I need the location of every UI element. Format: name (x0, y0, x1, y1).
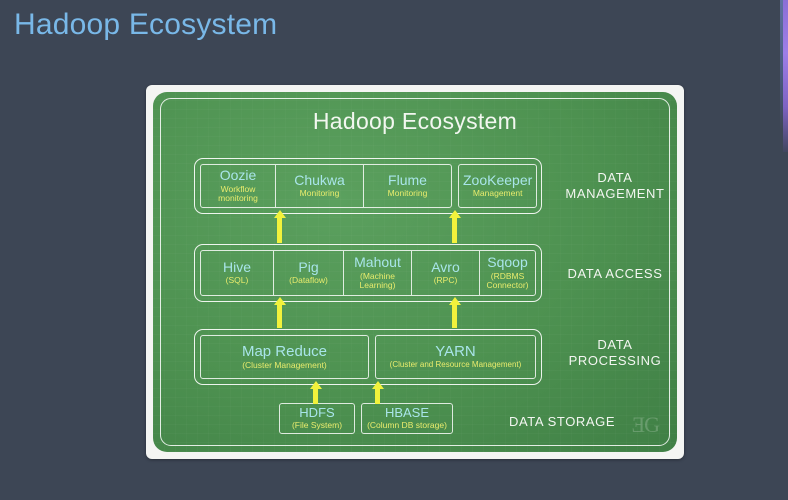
component-subtitle: (File System) (291, 420, 343, 431)
component-subtitle: (Machine Learning) (359, 270, 396, 291)
arrow-up-icon (371, 381, 384, 404)
component-sqoop[interactable]: Sqoop (RDBMS Connector) (479, 251, 535, 295)
component-subtitle: (SQL) (225, 275, 249, 286)
layer-data-storage: HDFS (File System) HBASE (Column DB stor… (279, 403, 453, 434)
component-subtitle: Monitoring (387, 188, 428, 199)
layer-data-processing: Map Reduce (Cluster Management) YARN (Cl… (194, 329, 542, 385)
component-name: Flume (388, 172, 427, 189)
geeksforgeeks-watermark: ƎG (631, 412, 660, 437)
arrow-up-icon (273, 210, 286, 243)
category-line-1: DATA (597, 170, 633, 185)
component-oozie[interactable]: Oozie Workflow monitoring (201, 165, 275, 207)
page-title: Hadoop Ecosystem (14, 8, 278, 41)
component-name: Avro (431, 259, 460, 276)
arrow-up-icon (309, 381, 322, 404)
category-line-2: PROCESSING (568, 353, 662, 369)
component-yarn[interactable]: YARN (Cluster and Resource Management) (374, 335, 536, 379)
component-name: Map Reduce (241, 342, 328, 360)
component-subtitle: (Cluster and Resource Management) (389, 360, 522, 370)
component-name: ZooKeeper (463, 172, 533, 189)
component-map-reduce[interactable]: Map Reduce (Cluster Management) (200, 335, 369, 379)
component-subtitle: (Column DB storage) (367, 420, 447, 431)
component-chukwa[interactable]: Chukwa Monitoring (275, 165, 363, 207)
component-hbase[interactable]: HBASE (Column DB storage) (361, 403, 453, 434)
arrow-up-icon (448, 210, 461, 243)
component-subtitle: Workflow monitoring (218, 183, 258, 204)
component-name: Sqoop (487, 254, 528, 271)
component-hdfs[interactable]: HDFS (File System) (279, 403, 355, 434)
component-name: Mahout (354, 254, 401, 271)
component-flume[interactable]: Flume Monitoring (363, 165, 451, 207)
data-access-group: Hive (SQL) Pig (Dataflow) Mahout (Machin… (200, 250, 536, 296)
right-edge-highlight (780, 0, 783, 130)
hadoop-ecosystem-diagram: Hadoop Ecosystem Oozie Workflow monitori… (153, 92, 677, 452)
diagram-card: Hadoop Ecosystem Oozie Workflow monitori… (146, 85, 684, 459)
arrow-up-icon (273, 297, 286, 328)
diagram-title: Hadoop Ecosystem (312, 108, 518, 134)
component-zookeeper[interactable]: ZooKeeper Management (458, 164, 538, 208)
component-subtitle: (RDBMS Connector) (486, 270, 529, 291)
component-avro[interactable]: Avro (RPC) (411, 251, 479, 295)
component-subtitle: (Dataflow) (289, 275, 328, 286)
layer-data-management: Oozie Workflow monitoring Chukwa Monitor… (194, 158, 542, 214)
right-edge-scrollbar[interactable] (783, 0, 788, 152)
component-name: Hive (222, 259, 251, 276)
category-label-data-access: DATA ACCESS (567, 266, 663, 281)
component-subtitle: (Cluster Management) (242, 359, 327, 370)
component-name: Chukwa (294, 172, 345, 189)
component-subtitle: (RPC) (433, 275, 458, 286)
component-name: YARN (435, 342, 476, 360)
component-name: Oozie (219, 167, 257, 184)
component-name: Pig (298, 259, 319, 276)
category-label-data-processing: DATA PROCESSING (545, 337, 677, 370)
component-name: HDFS (299, 405, 335, 420)
layer-data-access: Hive (SQL) Pig (Dataflow) Mahout (Machin… (194, 244, 542, 302)
component-mahout[interactable]: Mahout (Machine Learning) (343, 251, 411, 295)
component-hive[interactable]: Hive (SQL) (201, 251, 273, 295)
component-subtitle: Management (472, 188, 523, 199)
component-subtitle: Monitoring (299, 188, 340, 199)
data-management-group: Oozie Workflow monitoring Chukwa Monitor… (200, 164, 452, 208)
arrow-up-icon (448, 297, 461, 328)
category-label-data-management: DATA MANAGEMENT (545, 170, 677, 203)
component-pig[interactable]: Pig (Dataflow) (273, 251, 343, 295)
component-name: HBASE (384, 405, 430, 420)
category-line-2: MANAGEMENT (565, 186, 665, 202)
category-line-1: DATA (597, 337, 633, 352)
